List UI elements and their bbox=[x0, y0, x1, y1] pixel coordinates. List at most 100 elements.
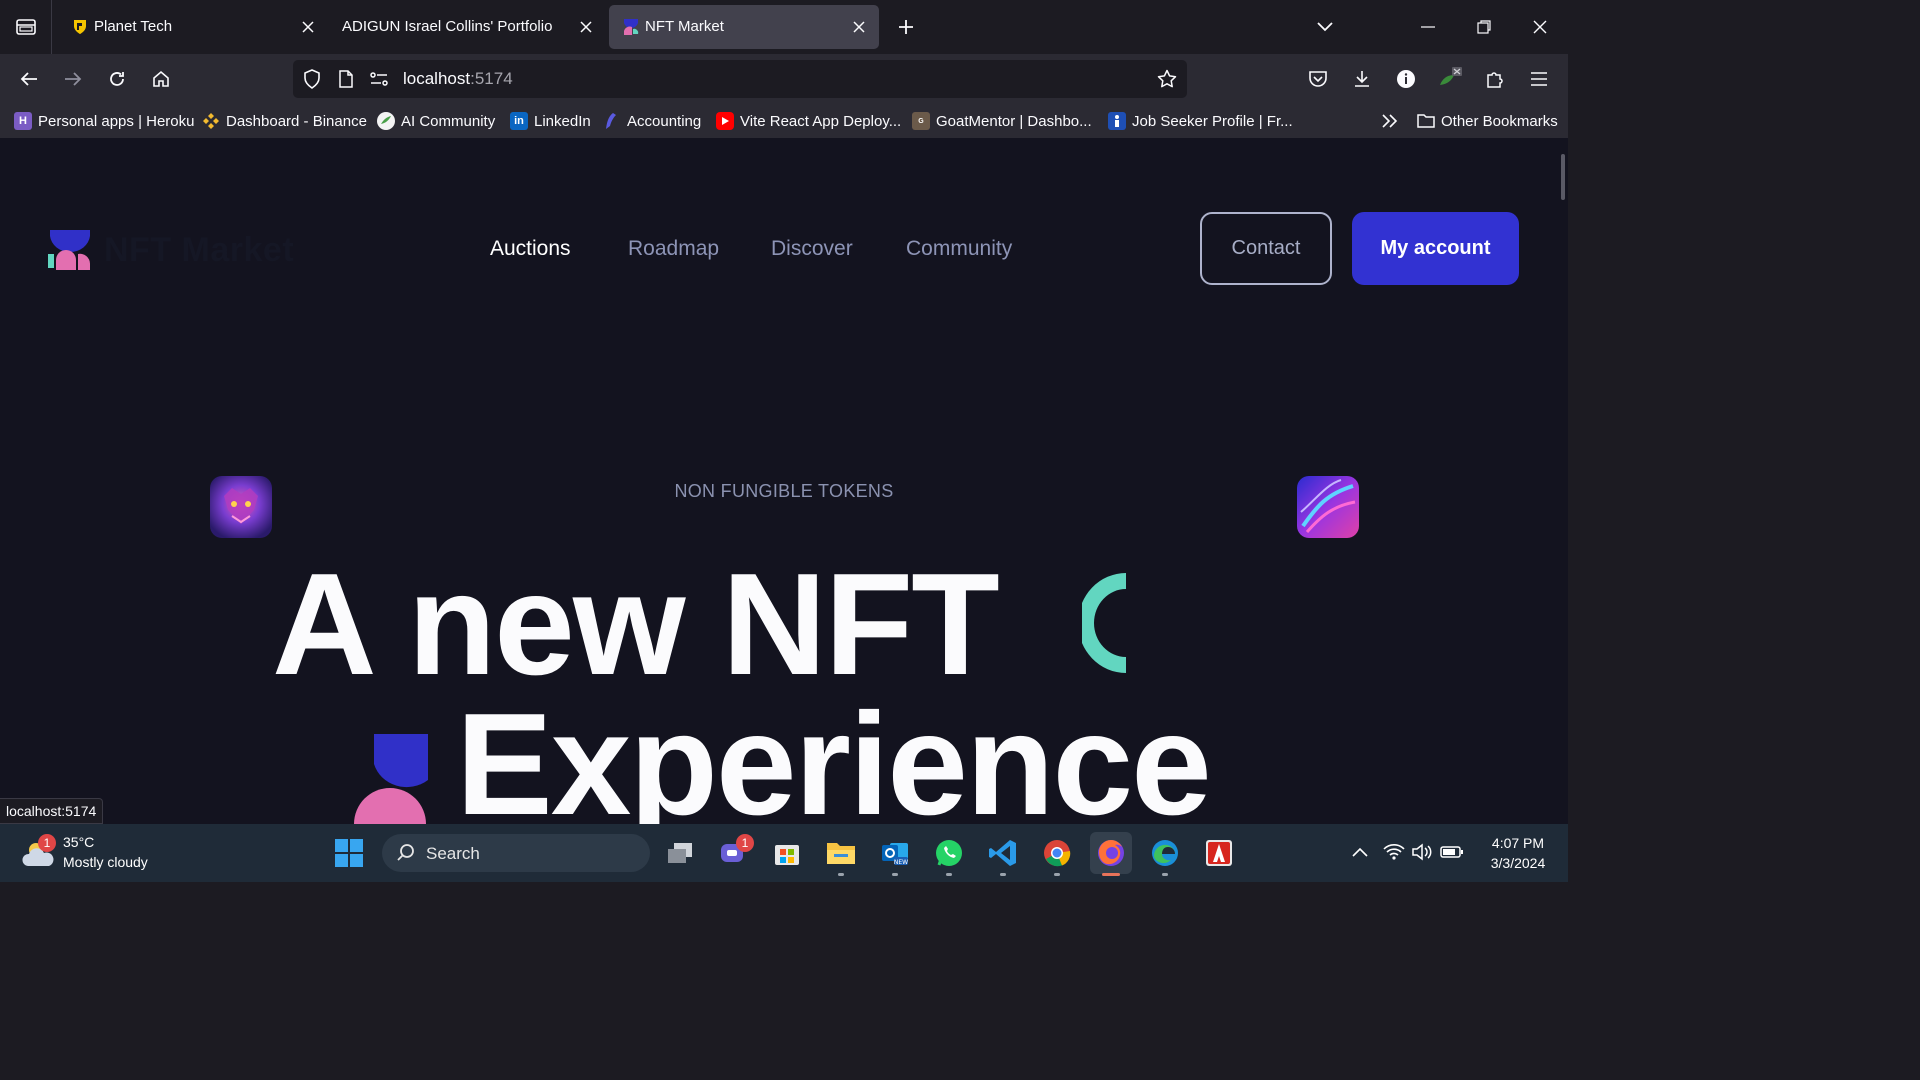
close-tab-icon[interactable] bbox=[849, 17, 869, 37]
microsoft-store-button[interactable] bbox=[766, 832, 808, 874]
folder-icon bbox=[1417, 112, 1435, 130]
bookmark-label: GoatMentor | Dashbo... bbox=[936, 112, 1092, 130]
back-button[interactable] bbox=[14, 65, 44, 93]
app-menu-button[interactable] bbox=[1524, 65, 1554, 93]
bookmark-linkedin[interactable]: in LinkedIn bbox=[510, 110, 591, 132]
bookmark-binance[interactable]: Dashboard - Binance bbox=[202, 110, 367, 132]
bookmarks-toolbar: H Personal apps | Heroku Dashboard - Bin… bbox=[0, 104, 1568, 138]
running-indicator bbox=[1162, 873, 1168, 876]
bookmark-ai-community[interactable]: AI Community bbox=[377, 110, 495, 132]
firefox-icon bbox=[1098, 840, 1124, 866]
scrollbar[interactable] bbox=[1561, 154, 1565, 200]
edge-button[interactable] bbox=[1144, 832, 1186, 876]
edge-icon bbox=[1152, 840, 1178, 866]
show-hidden-icons-button[interactable] bbox=[1348, 840, 1372, 864]
url-text[interactable]: localhost:5174 bbox=[403, 69, 513, 89]
taskbar-clock[interactable]: 4:07 PM 3/3/2024 bbox=[1476, 833, 1560, 873]
teal-half-circle-icon bbox=[1082, 573, 1126, 673]
close-window-button[interactable] bbox=[1526, 13, 1554, 41]
permissions-icon[interactable] bbox=[369, 69, 389, 89]
list-all-tabs-button[interactable] bbox=[1311, 13, 1339, 41]
close-tab-icon[interactable] bbox=[576, 17, 596, 37]
tab-strip: Planet Tech ADIGUN Israel Collins' Portf… bbox=[0, 0, 1568, 54]
nav-community[interactable]: Community bbox=[906, 237, 1012, 261]
extensions-button[interactable] bbox=[1480, 65, 1510, 93]
extension-button[interactable] bbox=[1435, 65, 1465, 93]
bookmark-label: Accounting bbox=[627, 112, 702, 130]
outlook-button[interactable]: NEW bbox=[874, 832, 916, 876]
close-tab-icon[interactable] bbox=[298, 17, 318, 37]
extension-info-button[interactable] bbox=[1391, 65, 1421, 93]
bookmark-heroku[interactable]: H Personal apps | Heroku bbox=[14, 110, 194, 132]
pocket-button[interactable] bbox=[1303, 65, 1333, 93]
whatsapp-button[interactable] bbox=[928, 832, 970, 876]
other-bookmarks-folder[interactable]: Other Bookmarks bbox=[1417, 110, 1558, 132]
chevron-down-icon bbox=[1317, 22, 1333, 32]
taskbar-search[interactable]: Search bbox=[382, 834, 650, 872]
page-icon[interactable] bbox=[336, 69, 356, 89]
weather-description: Mostly cloudy bbox=[63, 854, 148, 870]
bookmark-job-seeker[interactable]: Job Seeker Profile | Fr... bbox=[1108, 110, 1293, 132]
contact-button[interactable]: Contact bbox=[1200, 212, 1332, 285]
restore-button[interactable] bbox=[1470, 13, 1498, 41]
weather-widget[interactable]: 1 35°C Mostly cloudy bbox=[20, 832, 180, 874]
firefox-button[interactable] bbox=[1090, 832, 1132, 876]
chrome-button[interactable] bbox=[1036, 832, 1078, 876]
arrow-right-icon bbox=[65, 72, 82, 86]
reload-button[interactable] bbox=[102, 65, 132, 93]
logo-text: NFT Market bbox=[104, 230, 295, 269]
home-button[interactable] bbox=[146, 65, 176, 93]
task-view-icon bbox=[668, 843, 692, 863]
downloads-button[interactable] bbox=[1347, 65, 1377, 93]
nav-discover[interactable]: Discover bbox=[771, 237, 853, 261]
binance-icon bbox=[202, 112, 220, 130]
windows-taskbar: 1 35°C Mostly cloudy Search 1 NEW 4:07 P… bbox=[0, 824, 1568, 882]
wifi-status[interactable] bbox=[1382, 840, 1406, 864]
nav-roadmap[interactable]: Roadmap bbox=[628, 237, 719, 261]
firefox-view-icon bbox=[15, 19, 36, 35]
tab-title: ADIGUN Israel Collins' Portfolio bbox=[342, 18, 553, 35]
firefox-view-button[interactable] bbox=[0, 0, 52, 54]
tab-planet-tech[interactable]: Planet Tech bbox=[58, 5, 328, 49]
acrobat-icon bbox=[1206, 840, 1232, 866]
running-indicator bbox=[1054, 873, 1060, 876]
bookmark-star-icon[interactable] bbox=[1157, 69, 1177, 89]
volume-status[interactable] bbox=[1410, 840, 1434, 864]
shield-icon[interactable] bbox=[302, 69, 322, 89]
wifi-icon bbox=[1383, 844, 1405, 860]
task-view-button[interactable] bbox=[659, 832, 701, 874]
my-account-button[interactable]: My account bbox=[1352, 212, 1519, 285]
running-indicator bbox=[892, 873, 898, 876]
vscode-button[interactable] bbox=[982, 832, 1024, 876]
bookmark-accounting[interactable]: Accounting bbox=[603, 110, 701, 132]
bookmark-label: Vite React App Deploy... bbox=[740, 112, 902, 130]
bookmark-goatmentor[interactable]: G GoatMentor | Dashbo... bbox=[912, 110, 1092, 132]
speaker-icon bbox=[1412, 843, 1432, 861]
arrow-left-icon bbox=[20, 72, 37, 86]
site-logo[interactable]: NFT Market bbox=[48, 228, 308, 272]
forward-button[interactable] bbox=[58, 65, 88, 93]
running-indicator bbox=[946, 873, 952, 876]
start-button[interactable] bbox=[328, 832, 370, 874]
svg-text:NEW: NEW bbox=[894, 859, 908, 866]
acrobat-button[interactable] bbox=[1198, 832, 1240, 874]
file-explorer-button[interactable] bbox=[820, 832, 862, 876]
url-bar[interactable]: localhost:5174 bbox=[293, 60, 1187, 98]
weather-badge: 1 bbox=[38, 834, 56, 852]
nav-auctions[interactable]: Auctions bbox=[490, 237, 571, 261]
minimize-icon bbox=[1421, 26, 1435, 28]
new-tab-button[interactable] bbox=[892, 13, 920, 41]
battery-status[interactable] bbox=[1440, 840, 1464, 864]
tab-title: Planet Tech bbox=[94, 18, 173, 35]
bookmark-vite-react[interactable]: Vite React App Deploy... bbox=[716, 110, 901, 132]
hero-headline-line-2: Experience bbox=[456, 683, 1212, 825]
tab-portfolio[interactable]: ADIGUN Israel Collins' Portfolio bbox=[330, 5, 606, 49]
tab-title: NFT Market bbox=[645, 18, 724, 35]
outlook-new-icon: NEW bbox=[882, 843, 908, 866]
youtube-icon bbox=[716, 112, 734, 130]
tab-nft-market[interactable]: NFT Market bbox=[609, 5, 879, 49]
running-indicator bbox=[838, 873, 844, 876]
minimize-button[interactable] bbox=[1414, 13, 1442, 41]
teams-chat-button[interactable]: 1 bbox=[712, 832, 754, 874]
more-bookmarks-button[interactable] bbox=[1381, 110, 1399, 132]
